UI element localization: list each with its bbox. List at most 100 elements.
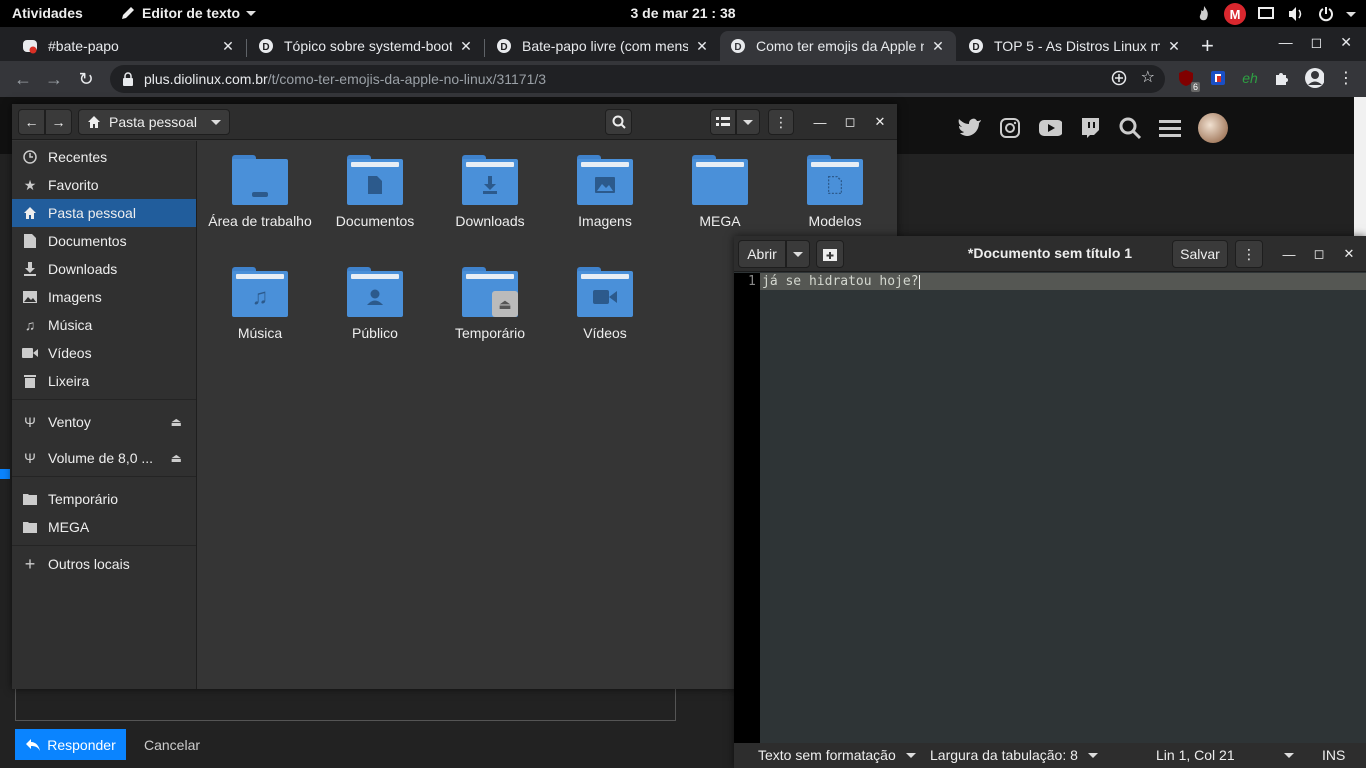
search-button[interactable] [605, 109, 632, 135]
view-options-button[interactable] [736, 109, 760, 135]
close-icon[interactable]: ✕ [930, 38, 946, 55]
minimize-icon[interactable]: — [811, 113, 829, 131]
app-menu[interactable]: Editor de texto [120, 5, 257, 21]
sidebar-item-favorito[interactable]: ★ Favorito [12, 171, 196, 199]
eject-icon[interactable]: ⏏ [171, 415, 182, 429]
instagram-icon[interactable] [998, 116, 1022, 140]
folder-item-musica[interactable]: ♫ Música [205, 267, 315, 341]
new-tab-button[interactable] [816, 240, 844, 268]
hamburger-menu-icon[interactable] [1158, 116, 1182, 140]
close-icon[interactable]: ✕ [458, 38, 474, 55]
folder-item-imagens[interactable]: Imagens [550, 155, 660, 229]
system-menu-chevron-icon[interactable] [1346, 11, 1356, 17]
search-icon[interactable] [1118, 116, 1142, 140]
insert-mode-indicator: INS [1322, 747, 1345, 763]
save-button[interactable]: Salvar [1172, 240, 1228, 268]
address-bar[interactable]: plus.diolinux.com.br/t/como-ter-emojis-d… [110, 65, 1165, 93]
sidebar-item-outros-locais[interactable]: + Outros locais [12, 550, 196, 578]
folder-item-downloads[interactable]: Downloads [435, 155, 545, 229]
sidebar-item-label: Recentes [48, 149, 108, 165]
install-app-icon[interactable] [1111, 70, 1127, 89]
folder-item-mega[interactable]: MEGA [665, 155, 775, 229]
browser-tab[interactable]: D TOP 5 - As Distros Linux m ✕ [958, 31, 1192, 61]
youtube-icon[interactable] [1038, 116, 1062, 140]
files-menu-button[interactable]: ⋮ [768, 109, 794, 135]
folder-item-publico[interactable]: Público [320, 267, 430, 341]
browser-tab[interactable]: #bate-papo ✕ [12, 31, 246, 61]
user-avatar[interactable] [1198, 113, 1228, 143]
browser-tab[interactable]: D Bate-papo livre (com mens ✕ [486, 31, 720, 61]
sidebar-item-ventoy[interactable]: Ψ Ventoy ⏏ [12, 408, 196, 436]
ublock-icon[interactable]: 6 [1176, 68, 1200, 92]
close-icon[interactable]: ✕ [1340, 245, 1358, 263]
back-button[interactable]: ← [18, 109, 45, 135]
folder-icon [232, 155, 288, 205]
sidebar-item-temporario[interactable]: Temporário [12, 485, 196, 513]
sidebar-item-pasta-pessoal[interactable]: Pasta pessoal [12, 199, 196, 227]
volume-icon[interactable] [1286, 4, 1306, 24]
sidebar-item-documentos[interactable]: Documentos [12, 227, 196, 255]
text-editor-area[interactable]: já se hidratou hoje? [760, 273, 1366, 743]
reload-icon[interactable]: ↻ [75, 68, 97, 90]
sidebar-item-label: Outros locais [48, 556, 130, 572]
minimize-icon[interactable]: — [1279, 34, 1293, 51]
cursor-position-selector[interactable]: Lin 1, Col 21 [1156, 747, 1294, 763]
clock[interactable]: 3 de mar 21 : 38 [630, 5, 735, 21]
screen-icon[interactable] [1256, 4, 1276, 24]
twitch-icon[interactable] [1078, 116, 1102, 140]
back-arrow-icon: ← [24, 114, 39, 130]
folder-item-modelos[interactable]: Modelos [780, 155, 890, 229]
sidebar-item-downloads[interactable]: Downloads [12, 255, 196, 283]
power-icon[interactable] [1316, 4, 1336, 24]
activities-button[interactable]: Atividades [12, 5, 83, 21]
document-icon [22, 233, 38, 249]
sidebar-item-videos[interactable]: Vídeos [12, 339, 196, 367]
forward-button[interactable]: → [45, 109, 72, 135]
svg-text:D: D [734, 42, 741, 53]
flame-icon[interactable] [1194, 4, 1214, 24]
sidebar-item-mega[interactable]: MEGA [12, 513, 196, 541]
maximize-icon[interactable]: ◻ [1310, 245, 1328, 263]
cancel-button[interactable]: Cancelar [144, 737, 200, 753]
browser-tab-active[interactable]: D Como ter emojis da Apple n ✕ [720, 31, 956, 61]
sidebar-item-musica[interactable]: ♫ Música [12, 311, 196, 339]
forward-arrow-icon[interactable]: → [43, 68, 65, 90]
maximize-icon[interactable]: ◻ [841, 113, 859, 131]
sidebar-item-lixeira[interactable]: Lixeira [12, 367, 196, 395]
folder-item-videos[interactable]: Vídeos [550, 267, 660, 341]
eh-extension-icon[interactable]: eh [1240, 68, 1260, 88]
close-icon[interactable]: ✕ [871, 113, 889, 131]
puzzle-icon[interactable] [1272, 68, 1292, 88]
view-list-button[interactable] [710, 109, 736, 135]
bookmark-star-icon[interactable]: ☆ [1141, 70, 1155, 89]
sidebar-item-recentes[interactable]: Recentes [12, 143, 196, 171]
sidebar-item-imagens[interactable]: Imagens [12, 283, 196, 311]
new-tab-button[interactable]: + [1201, 33, 1214, 59]
minimize-icon[interactable]: — [1280, 245, 1298, 263]
back-arrow-icon[interactable]: ← [12, 68, 34, 90]
twitter-icon[interactable] [958, 116, 982, 140]
more-vertical-icon[interactable]: ⋮ [1336, 68, 1356, 88]
shield-extension-icon[interactable] [1208, 68, 1228, 88]
open-button[interactable]: Abrir [738, 240, 786, 268]
profile-icon[interactable] [1304, 68, 1324, 88]
reply-button[interactable]: Responder [15, 729, 126, 760]
editor-menu-button[interactable]: ⋮ [1235, 240, 1263, 268]
close-icon[interactable]: ✕ [220, 38, 236, 55]
eject-icon[interactable]: ⏏ [171, 451, 182, 465]
close-icon[interactable]: ✕ [694, 38, 710, 55]
close-icon[interactable]: ✕ [1166, 38, 1182, 55]
folder-item-area-de-trabalho[interactable]: Área de trabalho [205, 155, 315, 229]
folder-item-temporario[interactable]: ⏏ Temporário [435, 267, 545, 341]
browser-tab[interactable]: D Tópico sobre systemd-boot ✕ [248, 31, 484, 61]
mega-tray-icon[interactable]: M [1224, 3, 1246, 25]
folder-item-documentos[interactable]: Documentos [320, 155, 430, 229]
maximize-icon[interactable]: ◻ [1311, 34, 1323, 51]
open-recent-button[interactable] [786, 240, 810, 268]
reply-composer[interactable] [15, 687, 676, 721]
sidebar-item-volume[interactable]: Ψ Volume de 8,0 ... ⏏ [12, 444, 196, 472]
tab-width-selector[interactable]: Largura da tabulação: 8 [930, 747, 1098, 763]
language-selector[interactable]: Texto sem formatação [758, 747, 916, 763]
close-icon[interactable]: ✕ [1340, 34, 1352, 51]
path-bar[interactable]: Pasta pessoal [78, 109, 230, 135]
